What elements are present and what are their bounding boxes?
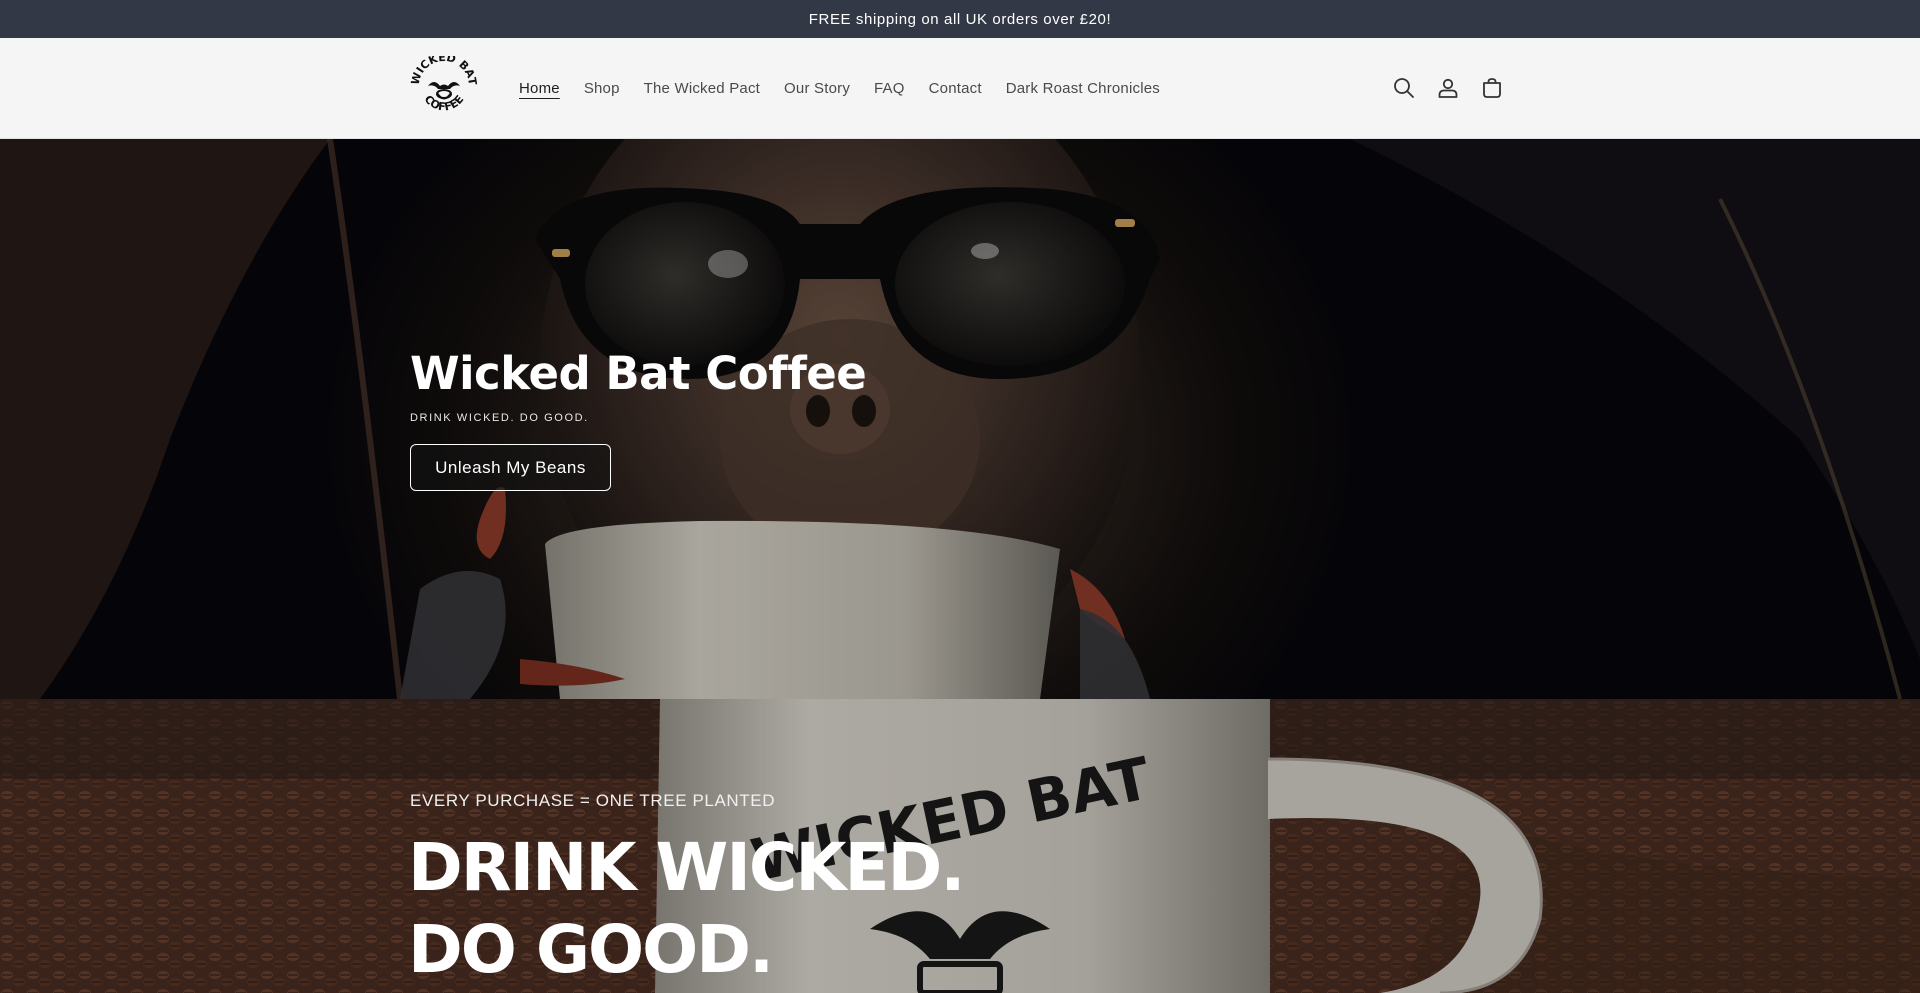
site-header: WICKED BAT COFFEE Home Shop The Wicked P…: [0, 38, 1920, 139]
hero-banner: Wicked Bat Coffee DRINK WICKED. DO GOOD.…: [0, 139, 1920, 699]
announcement-text: FREE shipping on all UK orders over £20!: [808, 10, 1112, 28]
cart-icon[interactable]: [1478, 74, 1506, 102]
site-logo[interactable]: WICKED BAT COFFEE: [409, 51, 480, 122]
nav-item-contact[interactable]: Contact: [929, 80, 982, 97]
nav-item-our-story[interactable]: Our Story: [784, 80, 850, 97]
search-icon[interactable]: [1390, 74, 1418, 102]
nav-item-faq[interactable]: FAQ: [874, 80, 905, 97]
svg-text:WICKED BAT: WICKED BAT: [410, 56, 478, 87]
nav-item-shop[interactable]: Shop: [584, 80, 620, 97]
account-icon[interactable]: [1434, 74, 1462, 102]
impact-kicker: EVERY PURCHASE = ONE TREE PLANTED: [410, 791, 776, 810]
nav-item-dark-roast-chronicles[interactable]: Dark Roast Chronicles: [1006, 80, 1160, 97]
hero-subtitle: DRINK WICKED. DO GOOD.: [410, 412, 589, 424]
hero-title: Wicked Bat Coffee: [410, 347, 867, 400]
impact-title: DRINK WICKED. DO GOOD.: [408, 829, 965, 988]
impact-banner: WICKED BAT EVERY PURCHASE = ONE TREE PLA…: [0, 699, 1920, 993]
unleash-my-beans-button[interactable]: Unleash My Beans: [410, 444, 611, 491]
svg-text:COFFEE: COFFEE: [422, 93, 467, 114]
nav-item-home[interactable]: Home: [519, 80, 560, 97]
announcement-bar: FREE shipping on all UK orders over £20!: [0, 0, 1920, 38]
nav-item-the-wicked-pact[interactable]: The Wicked Pact: [644, 80, 760, 97]
main-nav: Home Shop The Wicked Pact Our Story FAQ …: [519, 38, 1184, 138]
